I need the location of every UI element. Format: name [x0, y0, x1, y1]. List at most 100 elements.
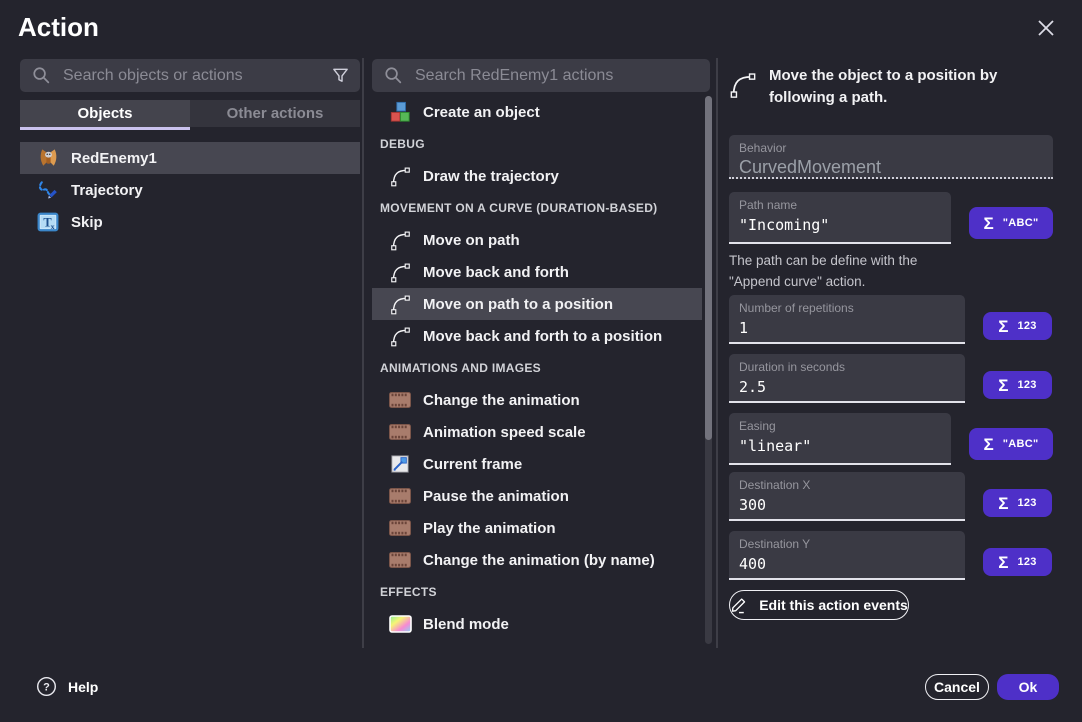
tab-other-actions[interactable]: Other actions	[190, 100, 360, 127]
enemy-sprite-icon	[36, 146, 60, 170]
objects-search-box	[20, 59, 360, 92]
svg-text:?: ?	[43, 682, 50, 694]
tab-objects[interactable]: Objects	[20, 100, 190, 127]
help-icon: ?	[36, 676, 57, 697]
film-icon	[388, 388, 412, 412]
object-row-label: Skip	[71, 214, 103, 231]
edit-action-events-button[interactable]: Edit this action events	[729, 590, 909, 620]
action-row-label: Move on path to a position	[423, 296, 613, 313]
expression-type-label: 123	[1017, 497, 1036, 509]
actions-list: Create an object DEBUGDraw the trajectory…	[372, 96, 702, 640]
curve-icon	[388, 292, 412, 316]
sigma-icon: Σ	[998, 318, 1008, 335]
expression-button-destination-y[interactable]: Σ123	[983, 548, 1052, 576]
field-value: "Incoming"	[739, 216, 941, 234]
field-number-of-repetitions[interactable]: Number of repetitions 1	[729, 295, 965, 344]
action-description-text: Move the object to a position by followi…	[769, 65, 1061, 109]
curve-icon	[388, 164, 412, 188]
actions-search-input[interactable]	[415, 67, 700, 85]
film-icon	[388, 484, 412, 508]
search-icon	[32, 66, 51, 85]
film-icon	[388, 548, 412, 572]
expression-button-destination-x[interactable]: Σ 123	[983, 489, 1052, 517]
field-destination-y[interactable]: Destination Y 400	[729, 531, 965, 580]
field-easing[interactable]: Easing "linear"	[729, 413, 951, 465]
curve-icon	[729, 71, 757, 99]
sigma-icon: Σ	[998, 377, 1008, 394]
expression-button-duration-in-seconds[interactable]: Σ123	[983, 371, 1052, 399]
field-path-name[interactable]: Path name "Incoming"	[729, 192, 951, 244]
pencil-icon	[730, 596, 749, 614]
action-row-move-back-and-forth[interactable]: Move back and forth	[372, 256, 702, 288]
action-row-label: Change the animation	[423, 392, 580, 409]
expression-button-number-of-repetitions[interactable]: Σ 123	[983, 312, 1052, 340]
action-row-change-the-animation-by-name[interactable]: Change the animation (by name)	[372, 544, 702, 576]
text-object-icon: Tx	[36, 210, 60, 234]
action-row-label: Create an object	[423, 104, 540, 121]
section-header-effects: EFFECTS	[372, 576, 702, 608]
field-value: 1	[739, 319, 955, 337]
curve-icon	[388, 260, 412, 284]
action-row-create-an-object[interactable]: Create an object	[372, 96, 702, 128]
action-row-current-frame[interactable]: Current frame	[372, 448, 702, 480]
action-row-play-the-animation[interactable]: Play the animation	[372, 512, 702, 544]
field-behavior: BehaviorCurvedMovement	[729, 135, 1053, 179]
filter-icon[interactable]	[331, 66, 350, 85]
cancel-button[interactable]: Cancel	[925, 674, 989, 700]
expression-button-path-name[interactable]: Σ"ABC"	[969, 207, 1053, 239]
scrollbar-thumb[interactable]	[705, 96, 712, 440]
objects-search-input[interactable]	[63, 67, 323, 85]
scrollbar-track	[705, 96, 712, 644]
film-icon	[388, 516, 412, 540]
expression-type-label: "ABC"	[1003, 438, 1039, 450]
sigma-icon: Σ	[998, 495, 1008, 512]
field-label: Number of repetitions	[739, 301, 955, 315]
expression-button-easing[interactable]: Σ "ABC"	[969, 428, 1053, 460]
action-description: Move the object to a position by followi…	[729, 65, 1061, 109]
object-row-redenemy1[interactable]: RedEnemy1	[20, 142, 360, 174]
field-duration-in-seconds[interactable]: Duration in seconds2.5	[729, 354, 965, 403]
frame-icon	[388, 452, 412, 476]
action-row-animation-speed-scale[interactable]: Animation speed scale	[372, 416, 702, 448]
section-header-movement-on-a-curve-duration-based: MOVEMENT ON A CURVE (DURATION-BASED)	[372, 192, 702, 224]
section-header-debug: DEBUG	[372, 128, 702, 160]
action-row-label: Play the animation	[423, 520, 556, 537]
field-destination-x[interactable]: Destination X 300	[729, 472, 965, 521]
object-row-label: RedEnemy1	[71, 150, 157, 167]
action-row-move-back-and-forth-to-a-position[interactable]: Move back and forth to a position	[372, 320, 702, 352]
sigma-icon: Σ	[984, 215, 994, 232]
action-row-change-the-animation[interactable]: Change the animation	[372, 384, 702, 416]
action-row-blend-mode[interactable]: Blend mode	[372, 608, 702, 640]
edit-action-events-label: Edit this action events	[759, 597, 908, 613]
svg-text:x: x	[51, 222, 55, 231]
action-row-draw-the-trajectory[interactable]: Draw the trajectory	[372, 160, 702, 192]
expression-type-label: 123	[1017, 556, 1036, 568]
section-header-animations-and-images: ANIMATIONS AND IMAGES	[372, 352, 702, 384]
help-button[interactable]: ? Help	[36, 676, 98, 697]
left-panel-tabs: ObjectsOther actions	[20, 100, 360, 127]
field-value: 300	[739, 496, 955, 514]
ok-button[interactable]: Ok	[997, 674, 1059, 700]
object-row-skip[interactable]: Tx Skip	[20, 206, 360, 238]
action-row-label: Change the animation (by name)	[423, 552, 655, 569]
action-dialog: Action ObjectsOther actions RedEnemy1 Tra…	[0, 0, 1082, 722]
action-row-pause-the-animation[interactable]: Pause the animation	[372, 480, 702, 512]
field-label: Destination X	[739, 478, 955, 492]
action-row-label: Blend mode	[423, 616, 509, 633]
sigma-icon: Σ	[984, 436, 994, 453]
action-row-move-on-path-to-a-position[interactable]: Move on path to a position	[372, 288, 702, 320]
object-row-trajectory[interactable]: Trajectory	[20, 174, 360, 206]
field-value: "linear"	[739, 437, 941, 455]
action-row-move-on-path[interactable]: Move on path	[372, 224, 702, 256]
field-label: Easing	[739, 419, 941, 433]
field-label: Destination Y	[739, 537, 955, 551]
dialog-title: Action	[18, 12, 99, 43]
curve-icon	[388, 324, 412, 348]
close-icon[interactable]	[1032, 14, 1060, 42]
objects-list: RedEnemy1 Trajectory Tx Skip	[20, 142, 360, 238]
action-row-label: Move back and forth	[423, 264, 569, 281]
field-value: 400	[739, 555, 955, 573]
expression-type-label: 123	[1017, 320, 1036, 332]
action-config-panel: Move the object to a position by followi…	[729, 60, 1053, 650]
field-label: Path name	[739, 198, 941, 212]
